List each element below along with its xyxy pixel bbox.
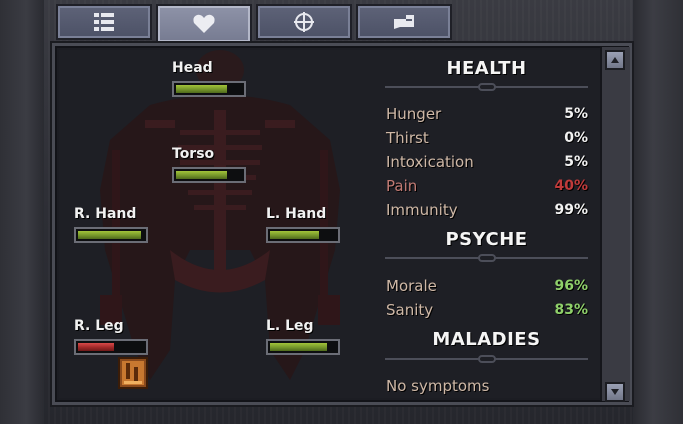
maladies-divider xyxy=(385,355,588,363)
limb-label-l-hand: L. Hand xyxy=(266,206,327,222)
tab-crafting[interactable] xyxy=(356,4,452,40)
limb-label-r-leg: R. Leg xyxy=(74,318,124,334)
stat-value-hunger: 5% xyxy=(564,106,588,122)
stat-value-morale: 96% xyxy=(554,278,588,294)
psyche-section-title: PSYCHE xyxy=(445,229,528,250)
crosshair-icon xyxy=(294,12,314,32)
stat-value-immunity: 99% xyxy=(554,202,588,218)
stat-label-hunger: Hunger xyxy=(386,105,442,123)
health-bar-head[interactable] xyxy=(172,81,246,97)
stat-label-intoxication: Intoxication xyxy=(386,153,474,171)
wound-icon xyxy=(122,361,144,385)
health-bar-r-leg[interactable] xyxy=(74,339,148,355)
hand-icon xyxy=(394,15,414,29)
stat-label-morale: Morale xyxy=(386,277,437,295)
health-bar-l-leg[interactable] xyxy=(266,339,340,355)
limb-label-l-leg: L. Leg xyxy=(266,318,314,334)
maladies-text: No symptoms xyxy=(386,377,490,395)
limb-label-torso: Torso xyxy=(172,146,215,162)
health-section-title: HEALTH xyxy=(446,58,527,79)
health-bar-l-hand[interactable] xyxy=(266,227,340,243)
frame-right xyxy=(633,0,683,424)
stat-value-sanity: 83% xyxy=(554,302,588,318)
list-icon xyxy=(94,13,114,31)
tab-skills[interactable] xyxy=(256,4,352,40)
stat-label-thirst: Thirst xyxy=(386,129,429,147)
stat-label-immunity: Immunity xyxy=(386,201,458,219)
stat-value-thirst: 0% xyxy=(564,130,588,146)
limb-label-r-hand: R. Hand xyxy=(74,206,137,222)
health-bar-torso[interactable] xyxy=(172,167,246,183)
health-bar-fill xyxy=(176,85,227,93)
health-bar-fill xyxy=(270,343,327,351)
stat-label-sanity: Sanity xyxy=(386,301,434,319)
health-bar-fill xyxy=(78,231,141,239)
tab-inventory[interactable] xyxy=(56,4,152,40)
health-divider xyxy=(385,83,588,91)
stat-value-pain: 40% xyxy=(554,178,588,194)
limb-label-head: Head xyxy=(172,60,213,76)
health-bar-r-hand[interactable] xyxy=(74,227,148,243)
scroll-up-button[interactable] xyxy=(605,50,625,70)
injury-status-icon[interactable] xyxy=(118,357,148,389)
scrollbar-track[interactable] xyxy=(600,47,630,401)
stat-label-pain: Pain xyxy=(386,177,418,195)
stat-value-intoxication: 5% xyxy=(564,154,588,170)
tab-health[interactable] xyxy=(156,4,252,44)
frame-left xyxy=(0,0,44,424)
health-bar-fill xyxy=(78,343,114,351)
maladies-section-title: MALADIES xyxy=(432,329,541,350)
health-bar-fill xyxy=(176,171,227,179)
scroll-down-button[interactable] xyxy=(605,382,625,402)
heart-icon xyxy=(193,14,215,34)
health-bar-fill xyxy=(270,231,319,239)
psyche-divider xyxy=(385,254,588,262)
